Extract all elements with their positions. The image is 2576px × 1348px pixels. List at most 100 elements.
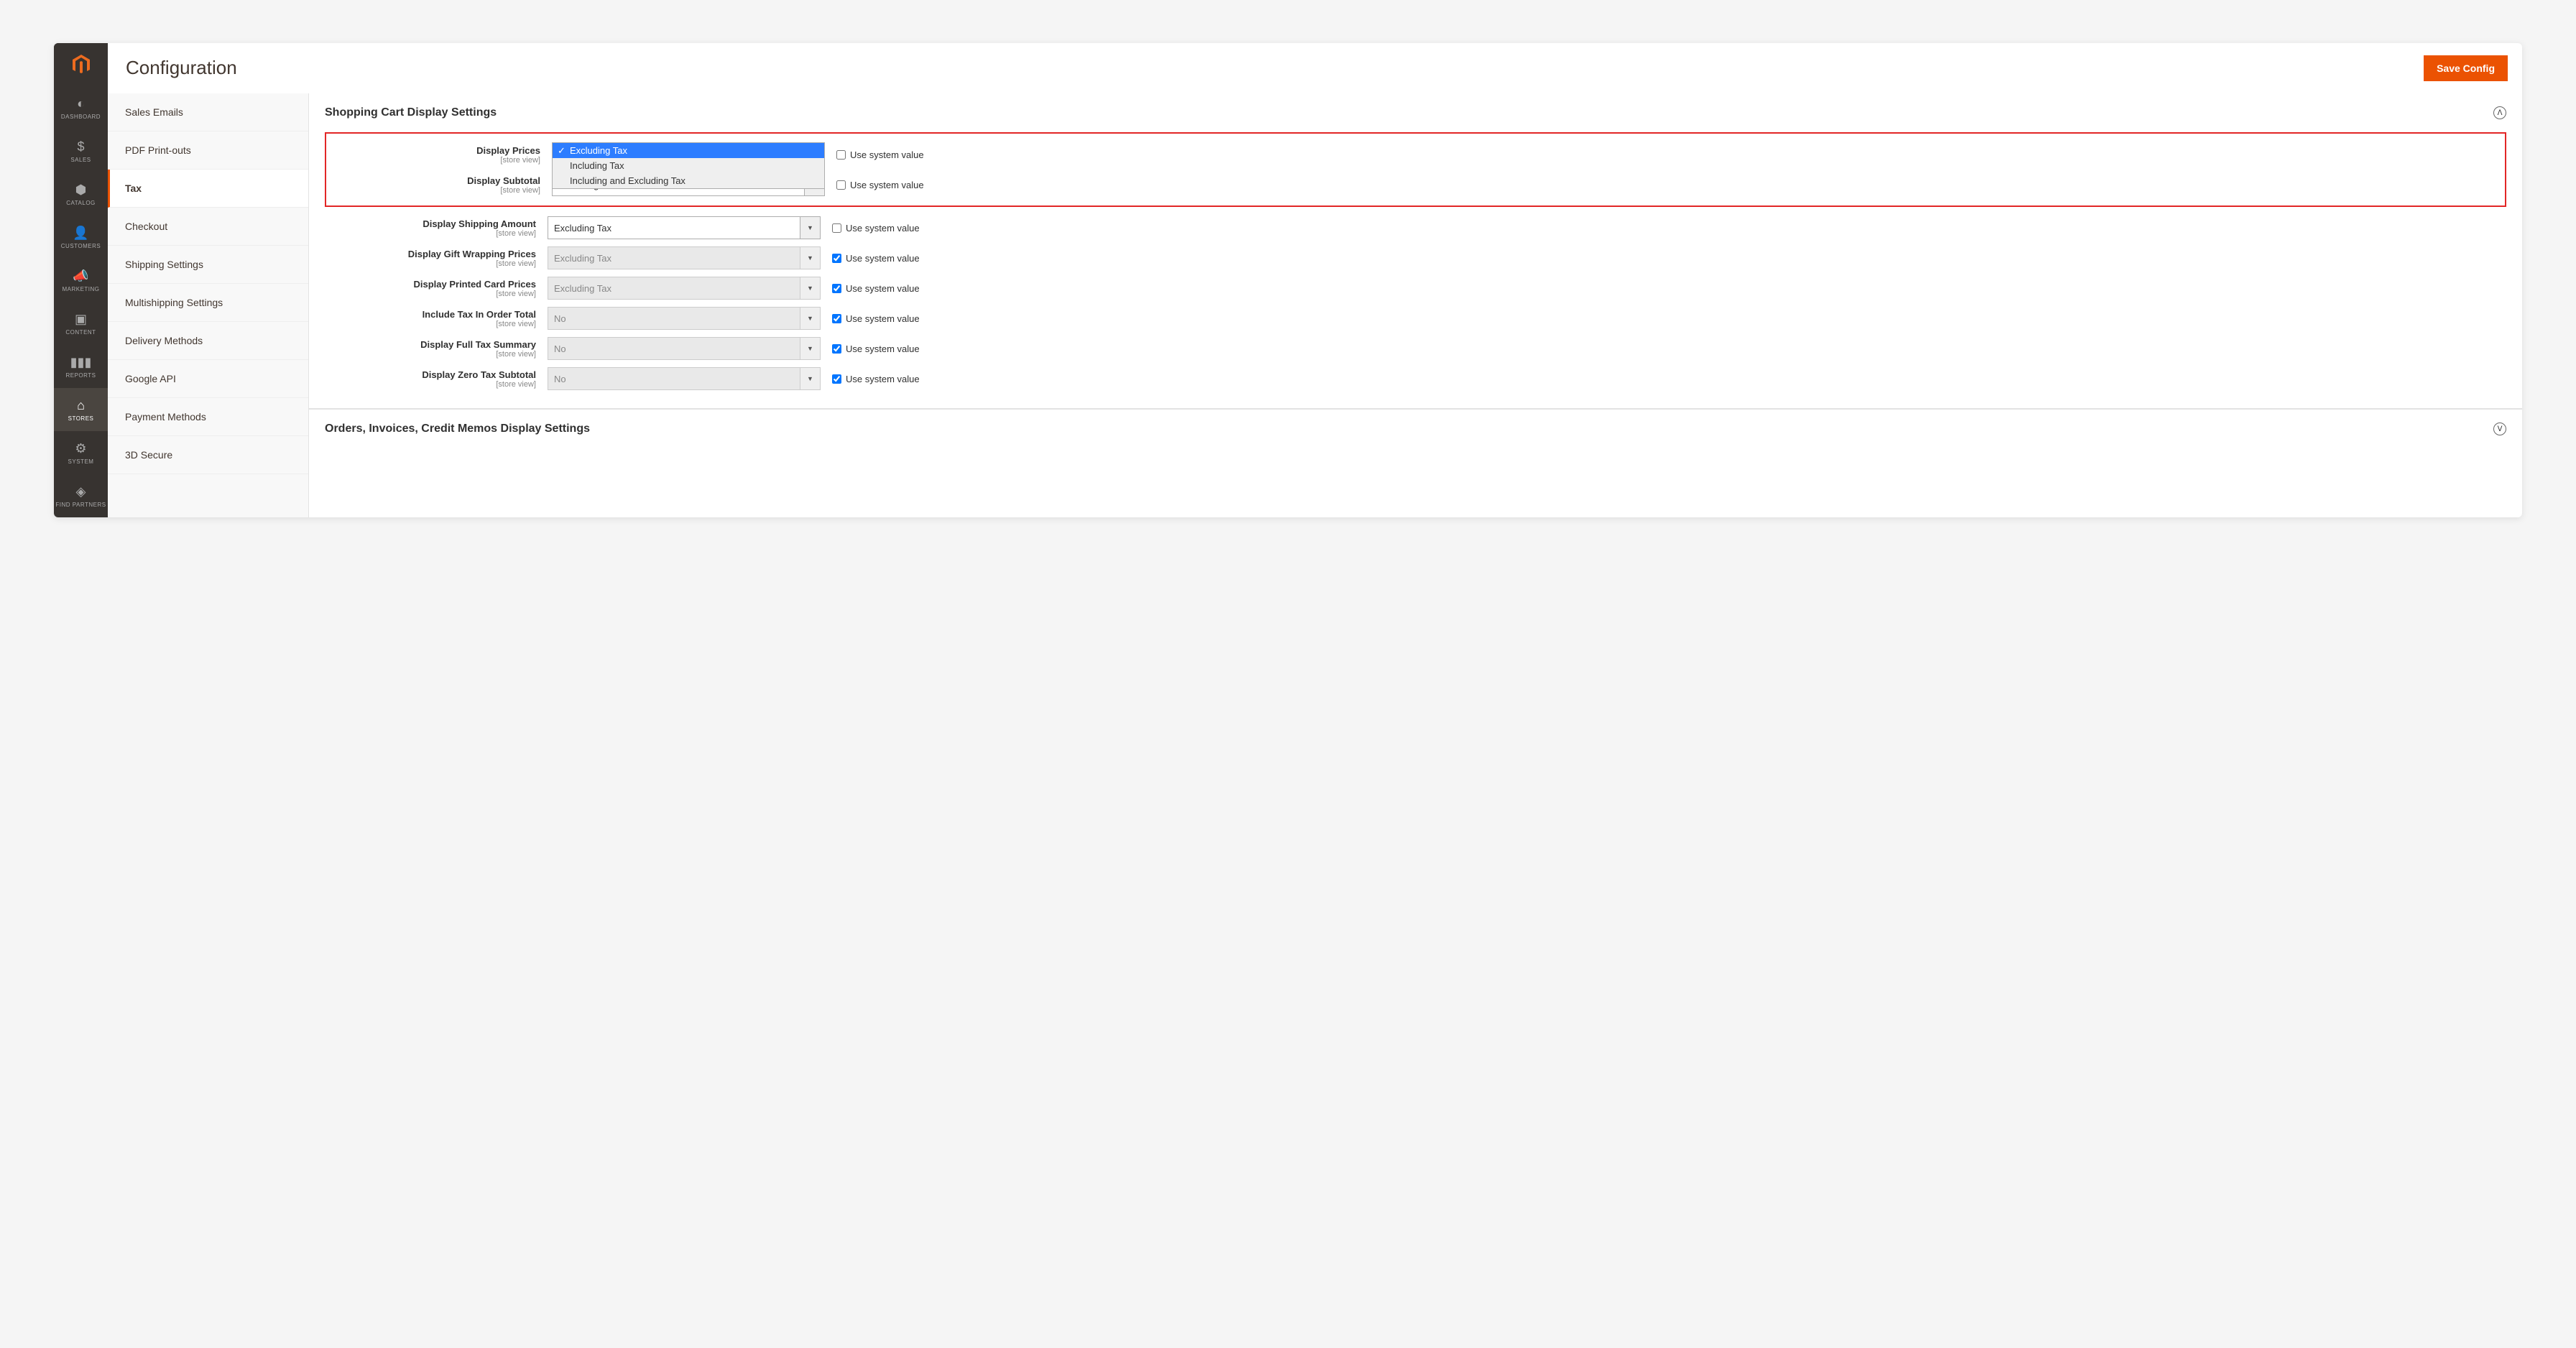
select-value: Excluding Tax: [554, 253, 611, 264]
nav-customers[interactable]: 👤CUSTOMERS: [54, 216, 108, 259]
field-row: Display Full Tax Summary[store view] No ▼ U…: [325, 333, 2506, 364]
dropdown-option[interactable]: Including Tax: [553, 158, 824, 173]
nav-partners[interactable]: ◈ FIND PARTNERS: [54, 474, 108, 517]
subnav-item[interactable]: Shipping Settings: [108, 246, 308, 284]
chevron-down-icon: ▼: [800, 217, 820, 239]
use-system-label: Use system value: [850, 149, 924, 160]
nav-sales[interactable]: $ SALES: [54, 129, 108, 172]
nav-catalog[interactable]: ⬢ CATALOG: [54, 172, 108, 216]
subnav-item[interactable]: Google API: [108, 360, 308, 398]
subnav-item[interactable]: Checkout: [108, 208, 308, 246]
nav-label: SYSTEM: [68, 458, 94, 465]
chevron-down-icon: ▼: [800, 368, 820, 389]
nav-system[interactable]: ⚙ SYSTEM: [54, 431, 108, 474]
nav-label: MARKETING: [62, 286, 99, 292]
nav-label: STORES: [68, 415, 94, 422]
field-label: Display Printed Card Prices: [413, 279, 536, 290]
dropdown-option[interactable]: Including and Excluding Tax: [553, 173, 824, 188]
chevron-down-icon: ▼: [800, 308, 820, 329]
select-value: No: [554, 313, 566, 324]
shopping-cart-fieldset: Display Prices[store view]Excluding Tax▼…: [309, 132, 2522, 409]
nav-label: CONTENT: [65, 329, 96, 336]
field-label: Display Subtotal: [467, 175, 540, 186]
select-display-shipping-amount[interactable]: Excluding Tax ▼: [548, 216, 821, 239]
dropdown-menu: Excluding TaxIncluding TaxIncluding and …: [552, 142, 825, 189]
subnav-item[interactable]: Sales Emails: [108, 93, 308, 131]
subnav-item[interactable]: Payment Methods: [108, 398, 308, 436]
field-row: Display Gift Wrapping Prices[store view]…: [325, 243, 2506, 273]
magento-logo[interactable]: [54, 43, 108, 86]
nav-content[interactable]: ▣ CONTENT: [54, 302, 108, 345]
dropdown-option[interactable]: Excluding Tax: [553, 143, 824, 158]
highlight-box: Display Prices[store view]Excluding Tax▼…: [325, 132, 2506, 207]
field-scope: [store view]: [325, 350, 536, 359]
use-system-label: Use system value: [846, 253, 920, 264]
nav-label: SALES: [70, 157, 91, 163]
nav-label: CATALOG: [66, 200, 96, 206]
select-value: No: [554, 343, 566, 354]
subnav-item[interactable]: PDF Print-outs: [108, 131, 308, 170]
field-row: Display Zero Tax Subtotal[store view] No ▼…: [325, 364, 2506, 394]
use-system-checkbox[interactable]: [832, 374, 841, 384]
cube-icon: ◈: [76, 484, 86, 499]
field-label: Display Zero Tax Subtotal: [422, 369, 536, 380]
megaphone-icon: 📣: [73, 269, 88, 284]
config-card: ◐DASHBOARD $ SALES ⬢ CATALOG 👤CUSTOMERS 📣 MARKE…: [54, 43, 2522, 517]
subnav-item[interactable]: Tax: [108, 170, 308, 208]
nav-label: REPORTS: [65, 372, 96, 379]
field-label: Display Shipping Amount: [423, 218, 536, 229]
section-title: Shopping Cart Display Settings: [325, 106, 497, 119]
field-scope: [store view]: [329, 186, 540, 195]
nav-stores[interactable]: ⌂ STORES: [54, 388, 108, 431]
field-label: Display Full Tax Summary: [420, 339, 536, 350]
save-config-button[interactable]: Save Config: [2424, 55, 2508, 81]
nav-reports[interactable]: ▮▮▮ REPORTS: [54, 345, 108, 388]
chevron-down-icon: ᐯ: [2493, 423, 2506, 435]
nav-dashboard[interactable]: ◐DASHBOARD: [54, 86, 108, 129]
gear-icon: ⚙: [75, 441, 86, 456]
use-system-checkbox[interactable]: [836, 150, 846, 160]
field-label: Display Gift Wrapping Prices: [408, 249, 536, 259]
field-label: Include Tax In Order Total: [423, 309, 536, 320]
nav-label: CUSTOMERS: [61, 243, 101, 249]
main: Configuration Save Config Sales EmailsPD…: [108, 43, 2522, 517]
layout-icon: ▣: [75, 312, 87, 327]
gauge-icon: ◐: [77, 96, 85, 111]
field-row: Display Prices[store view]Excluding Tax▼…: [329, 139, 2502, 170]
page-header: Configuration Save Config: [108, 43, 2522, 93]
dollar-icon: $: [77, 139, 84, 154]
use-system-checkbox[interactable]: [836, 180, 846, 190]
use-system-label: Use system value: [846, 283, 920, 294]
field-scope: [store view]: [325, 380, 536, 389]
storefront-icon: ⌂: [77, 398, 85, 413]
section-shopping-cart-header[interactable]: Shopping Cart Display Settings ᐱ: [309, 93, 2522, 132]
use-system-checkbox[interactable]: [832, 314, 841, 323]
nav-label: FIND PARTNERS: [55, 502, 106, 508]
field-scope: [store view]: [329, 156, 540, 165]
subnav-item[interactable]: Delivery Methods: [108, 322, 308, 360]
nav-marketing[interactable]: 📣 MARKETING: [54, 259, 108, 302]
select-value: No: [554, 374, 566, 384]
bars-icon: ▮▮▮: [70, 355, 92, 370]
chevron-down-icon: ▼: [800, 277, 820, 299]
field-scope: [store view]: [325, 290, 536, 298]
use-system-checkbox[interactable]: [832, 223, 841, 233]
content: Shopping Cart Display Settings ᐱ Display…: [309, 93, 2522, 517]
subnav-item[interactable]: 3D Secure: [108, 436, 308, 474]
select-value: Excluding Tax: [554, 223, 611, 234]
use-system-checkbox[interactable]: [832, 284, 841, 293]
select-include-tax-in-order-total: No ▼: [548, 307, 821, 330]
select-display-printed-card-prices: Excluding Tax▼: [548, 277, 821, 300]
use-system-checkbox[interactable]: [832, 344, 841, 354]
use-system-label: Use system value: [846, 343, 920, 354]
field-row: Display Printed Card Prices[store view] E…: [325, 273, 2506, 303]
use-system-checkbox[interactable]: [832, 254, 841, 263]
box-icon: ⬢: [75, 183, 87, 198]
field-scope: [store view]: [325, 229, 536, 238]
subnav-item[interactable]: Multishipping Settings: [108, 284, 308, 322]
section-title: Orders, Invoices, Credit Memos Display S…: [325, 423, 590, 435]
select-display-zero-tax-subtotal: No ▼: [548, 367, 821, 390]
chevron-up-icon: ᐱ: [2493, 106, 2506, 119]
chevron-down-icon: ▼: [800, 338, 820, 359]
section-orders-header[interactable]: Orders, Invoices, Credit Memos Display S…: [309, 410, 2522, 448]
